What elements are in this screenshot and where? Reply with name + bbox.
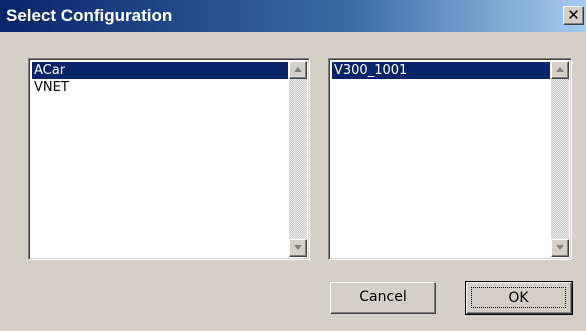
cancel-button-label: Cancel xyxy=(359,289,407,305)
ok-button[interactable]: OK xyxy=(465,281,573,315)
close-button[interactable]: ✕ xyxy=(563,6,584,25)
configuration-list-right[interactable]: V300_1001 xyxy=(328,58,572,260)
scroll-down-arrow-icon xyxy=(294,245,302,250)
left-list-scroll-down-button[interactable] xyxy=(289,239,307,257)
left-list-scrollbar[interactable] xyxy=(289,61,307,257)
right-list-scroll-up-button[interactable] xyxy=(551,61,569,79)
window-title: Select Configuration xyxy=(6,6,173,25)
cancel-button[interactable]: Cancel xyxy=(330,282,436,314)
right-list-scroll-down-button[interactable] xyxy=(551,239,569,257)
ok-button-label: OK xyxy=(508,290,529,306)
title-bar[interactable]: Select Configuration ✕ xyxy=(0,0,586,32)
scroll-down-arrow-icon xyxy=(556,245,564,250)
configuration-list-right-items: V300_1001 xyxy=(332,62,550,256)
left-list-scroll-up-button[interactable] xyxy=(289,61,307,79)
right-list-scrollbar[interactable] xyxy=(551,61,569,257)
scroll-up-arrow-icon xyxy=(556,67,564,72)
select-configuration-dialog: Select Configuration ✕ ACar VNET V300_10… xyxy=(0,0,586,331)
configuration-list-left-items: ACar VNET xyxy=(32,62,288,256)
scroll-up-arrow-icon xyxy=(294,67,302,72)
list-item-v300-1001[interactable]: V300_1001 xyxy=(332,62,550,79)
close-icon: ✕ xyxy=(567,6,580,24)
list-item-acar[interactable]: ACar xyxy=(32,62,288,79)
configuration-list-left[interactable]: ACar VNET xyxy=(28,58,310,260)
list-item-vnet[interactable]: VNET xyxy=(32,79,288,96)
ok-button-focus-rect: OK xyxy=(471,287,566,308)
